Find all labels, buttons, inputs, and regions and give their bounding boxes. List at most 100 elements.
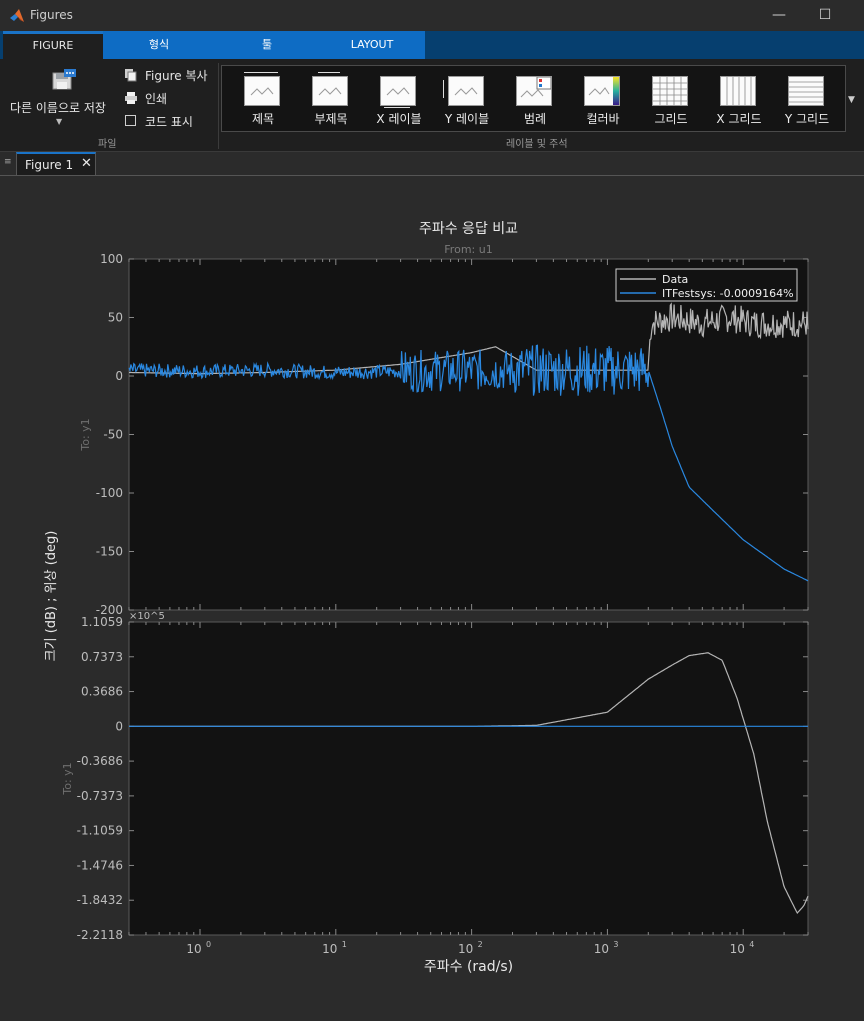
gallery-label-grid: 그리드 [654, 112, 688, 126]
document-tab-figure1[interactable]: Figure 1 ✕ [16, 152, 96, 175]
figure-canvas[interactable]: 주파수 응답 비교 From: u1 100 50 0 -50 -100 -150 -200 To… [0, 176, 864, 1017]
print-label: 인쇄 [145, 92, 168, 106]
window-title: Figures [30, 8, 73, 22]
axes-phase [128, 621, 809, 936]
matlab-logo-icon [10, 9, 24, 22]
gallery-item-xlabel[interactable]: X 레이블 [370, 70, 428, 126]
xlabel-icon [380, 76, 416, 106]
tab-format[interactable]: 형식 [103, 31, 215, 59]
y-tick-label: 50 [108, 311, 123, 325]
ribbon-separator [218, 63, 219, 149]
save-as-label: 다른 이름으로 저장 [10, 101, 106, 115]
y-axis-label: 크기 (dB) ; 위상 (deg) [44, 531, 59, 662]
gallery-item-ylabel[interactable]: Y 레이블 [438, 70, 496, 126]
gallery-item-grid[interactable]: 그리드 [642, 70, 700, 126]
y-exponent-label: ×10^5 [129, 611, 165, 622]
xgrid-icon [720, 76, 756, 106]
x-tick-exponent: 3 [613, 940, 618, 949]
y-tick-label: 0.7373 [81, 650, 123, 664]
tab-figure[interactable]: FIGURE [3, 31, 103, 59]
y-tick-label: 1.1059 [81, 615, 123, 629]
gallery-item-legend[interactable]: 범례 [506, 70, 564, 126]
gallery-label-title: 제목 [251, 112, 275, 126]
document-tab-strip: ≡ Figure 1 ✕ [0, 152, 864, 176]
gallery-label-xlabel: X 레이블 [376, 112, 422, 126]
gallery-label-ygrid: Y 그리드 [784, 112, 830, 126]
y-tick-label: 0 [115, 719, 123, 733]
tab-menu-icon[interactable]: ≡ [4, 157, 12, 167]
gallery-item-colorbar[interactable]: 컬러바 [574, 70, 632, 126]
maximize-button[interactable]: ☐ [810, 4, 840, 26]
x-tick-exponent: 2 [478, 940, 483, 949]
row-label: To: y1 [61, 762, 74, 795]
legend-entry: ITFestsys: -0.0009164% [662, 287, 794, 300]
colorbar-icon [584, 76, 620, 106]
printer-icon [125, 92, 137, 104]
y-tick-label: -50 [103, 428, 123, 442]
chevron-down-icon: ▼ [56, 117, 63, 126]
y-tick-label: -0.7373 [77, 789, 123, 803]
checkbox-icon [125, 115, 136, 126]
gallery-item-subtitle[interactable]: 부제목 [302, 70, 360, 126]
gallery-item-title[interactable]: 제목 [234, 70, 292, 126]
ylabel-icon [448, 76, 484, 106]
tab-tools[interactable]: 툴 [215, 31, 319, 59]
x-tick-label: 10 [458, 942, 473, 956]
x-tick-label: 10 [594, 942, 609, 956]
y-tick-label: -2.2118 [77, 928, 123, 942]
toolstrip-tabs: FIGURE 형식 툴 LAYOUT [0, 31, 864, 59]
copy-figure-button[interactable]: Figure 복사 [124, 66, 216, 84]
minimize-button[interactable]: — [764, 4, 794, 26]
gallery-item-ygrid[interactable]: Y 그리드 [778, 70, 836, 126]
show-code-button[interactable]: 코드 표시 [124, 112, 216, 130]
y-tick-label: 100 [100, 252, 123, 266]
y-tick-label: -150 [96, 545, 123, 559]
subtitle-icon [312, 76, 348, 106]
gallery-label-legend: 범례 [523, 112, 547, 126]
x-tick-exponent: 1 [342, 940, 347, 949]
legend-icon [516, 76, 552, 106]
x-tick-label: 10 [322, 942, 337, 956]
y-tick-label: 0.3686 [81, 685, 123, 699]
show-code-label: 코드 표시 [145, 115, 193, 129]
copy-icon [125, 69, 137, 82]
y-tick-label: -1.4746 [77, 858, 123, 872]
tab-layout[interactable]: LAYOUT [319, 31, 425, 59]
x-tick-label: 10 [730, 942, 745, 956]
x-tick-exponent: 0 [206, 940, 211, 949]
gallery-item-xgrid[interactable]: X 그리드 [710, 70, 768, 126]
y-tick-label: -100 [96, 486, 123, 500]
title-icon [244, 76, 280, 106]
y-tick-label: 0 [115, 369, 123, 383]
x-tick-exponent: 4 [749, 940, 754, 949]
row-label: To: y1 [79, 418, 92, 451]
print-button[interactable]: 인쇄 [124, 89, 216, 107]
gallery-expand-icon[interactable]: ▼ [848, 95, 855, 105]
window-titlebar: Figures — ☐ [0, 0, 864, 32]
axes-magnitude [128, 258, 809, 611]
bode-plot[interactable]: 주파수 응답 비교From: u1100500-50-100-150-200To… [0, 176, 864, 1017]
x-axis-label: 주파수 (rad/s) [424, 959, 513, 975]
save-as-button[interactable]: 다른 이름으로 저장 ▼ [4, 65, 116, 131]
gallery-label-ylabel: Y 레이블 [444, 112, 490, 126]
labels-gallery: 제목 부제목 X 레이블 Y 레이블 범례 컬러바 그리드 X 그리드 Y 그리… [221, 65, 846, 132]
chart-title: 주파수 응답 비교 [419, 221, 518, 237]
chart-subtitle: From: u1 [444, 243, 492, 256]
file-group-label: 파일 [98, 139, 117, 150]
close-icon[interactable]: ✕ [81, 156, 92, 171]
y-tick-label: -1.1059 [77, 824, 123, 838]
y-tick-label: -0.3686 [77, 754, 123, 768]
legend-entry: Data [662, 273, 688, 286]
grid-icon [652, 76, 688, 106]
gallery-label-xgrid: X 그리드 [716, 112, 762, 126]
copy-figure-label: Figure 복사 [145, 69, 208, 83]
x-tick-label: 10 [186, 942, 201, 956]
labels-group-label: 레이블 및 주석 [506, 139, 568, 150]
ygrid-icon [788, 76, 824, 106]
save-icon [52, 69, 76, 90]
document-tab-label: Figure 1 [25, 158, 74, 172]
gallery-label-subtitle: 부제목 [314, 112, 348, 126]
y-tick-label: -1.8432 [77, 893, 123, 907]
ribbon: 다른 이름으로 저장 ▼ Figure 복사 인쇄 코드 표시 파일 제목 부제… [0, 59, 864, 152]
gallery-label-colorbar: 컬러바 [586, 112, 620, 126]
